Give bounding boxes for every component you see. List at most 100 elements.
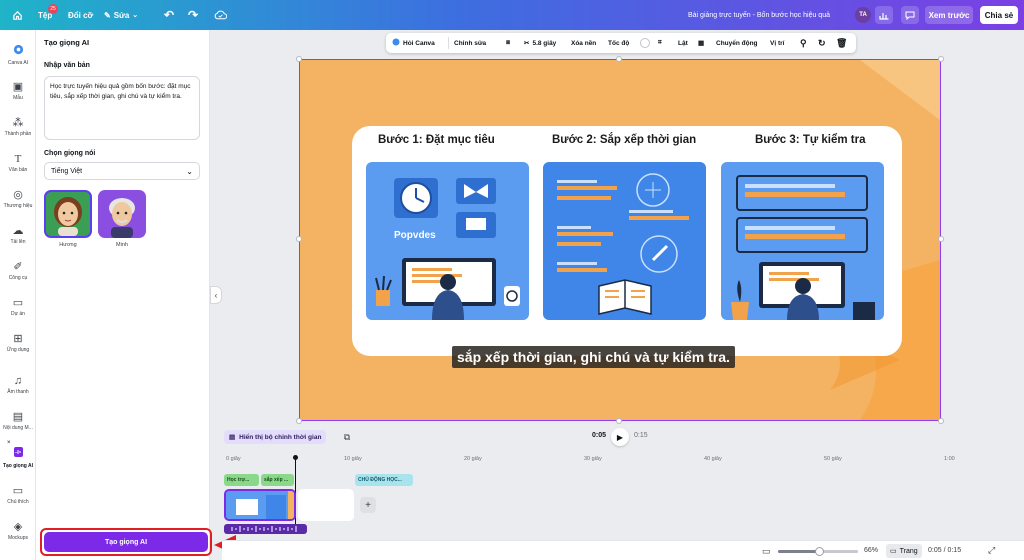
tick-label: 30 giây — [584, 456, 602, 462]
caption-settings-icon[interactable]: ⧉ — [340, 430, 354, 444]
edit-button[interactable]: Chỉnh sửa — [454, 33, 486, 53]
video-clip-selected[interactable] — [224, 489, 296, 521]
rail-item-apps[interactable]: ⊞ Ứng dụng — [0, 324, 36, 362]
resize-handle[interactable] — [938, 56, 944, 62]
rail-item-canva-ai[interactable]: Canva AI — [0, 36, 36, 74]
rail-item-tools[interactable]: ✐ Công cụ — [0, 252, 36, 290]
panel-title: Tạo giọng AI — [44, 38, 90, 47]
template-icon: ▣ — [12, 81, 24, 93]
animate-button[interactable]: Chuyển động — [716, 33, 758, 53]
play-icon: ▶ — [616, 432, 624, 442]
timeline-icon: ▤ — [229, 434, 236, 441]
pencil-icon: ✎ — [104, 10, 111, 20]
add-clip-button[interactable]: + — [360, 497, 376, 513]
rail-item-ai-voice[interactable]: × Tạo giọng AI — [0, 438, 36, 476]
context-toolbar: Hỏi Canva Chỉnh sửa ⧈ ✂ 5.8 giây Xóa nền… — [386, 33, 856, 53]
duration-button[interactable]: ✂ 5.8 giây — [524, 33, 556, 53]
bottom-bar: ▭ 66% ▭ Trang 0:05 / 0:15 ⤢ — [222, 540, 1024, 560]
notes-icon[interactable]: ▭ — [762, 546, 771, 557]
scissors-icon: ✂ — [524, 40, 530, 47]
resize-handle[interactable] — [616, 56, 622, 62]
ask-canva-button[interactable]: Hỏi Canva — [392, 33, 435, 53]
resize-handle[interactable] — [296, 56, 302, 62]
fullscreen-icon[interactable]: ⤢ — [988, 545, 995, 556]
cloud-save-icon[interactable] — [214, 0, 227, 30]
pages-button[interactable]: ▭ Trang — [886, 544, 922, 558]
resize-handle[interactable] — [296, 418, 302, 424]
redo-icon[interactable]: ↷ — [188, 0, 198, 30]
top-bar: Tệp 25 Đổi cỡ ✎ Sửa ⌄ ↶ ↷ Bài giảng trực… — [0, 0, 1024, 30]
caption-chip[interactable]: CHỦ ĐỘNG HỌC... — [355, 474, 413, 486]
resize-menu[interactable]: Đổi cỡ — [68, 0, 93, 30]
caption-chip[interactable]: sắp xếp ... — [261, 474, 294, 486]
transparency-icon[interactable]: ▦ — [698, 33, 704, 53]
waveform-icon — [231, 526, 297, 532]
canva-ai-icon — [392, 38, 400, 48]
color-swatch[interactable] — [640, 33, 650, 53]
comment-icon[interactable] — [901, 6, 919, 24]
tick-label: 50 giây — [824, 456, 842, 462]
resize-handle[interactable] — [616, 418, 622, 424]
resize-handle[interactable] — [938, 418, 944, 424]
rail-item-projects[interactable]: ▭ Dự án — [0, 288, 36, 326]
resize-handle[interactable] — [938, 236, 944, 242]
rail-item-text[interactable]: T Văn bản — [0, 144, 36, 182]
voice-option-minh[interactable] — [98, 190, 146, 238]
rail-item-media[interactable]: ▤ Nội dung M... — [0, 402, 36, 440]
play-button[interactable]: ▶ — [611, 428, 629, 446]
avatar[interactable]: TA — [855, 7, 871, 23]
file-badge: 25 — [48, 4, 58, 14]
collapse-panel-icon[interactable]: ‹ — [210, 286, 222, 304]
current-time: 0:05 — [592, 432, 607, 439]
tick-label: 1:00 — [944, 456, 955, 462]
voice-option-huong[interactable] — [44, 190, 92, 238]
rail-item-uploads[interactable]: ☁ Tải lên — [0, 216, 36, 254]
edit-menu[interactable]: ✎ Sửa ⌄ — [104, 0, 138, 30]
voice-name-huong: Hương — [59, 242, 77, 248]
split-icon[interactable]: ⧈ — [506, 33, 510, 53]
close-icon[interactable]: × — [7, 440, 11, 446]
audio-track[interactable] — [224, 524, 307, 534]
tools-icon: ✐ — [13, 261, 23, 273]
resize-handle[interactable] — [296, 236, 302, 242]
caption-chip[interactable]: Học trự... — [224, 474, 259, 486]
document-title[interactable]: Bài giảng trực tuyến - Bốn bước học hiệu… — [688, 0, 830, 30]
crop-icon[interactable]: ⌗ — [658, 33, 662, 53]
preview-button[interactable]: Xem trước — [925, 6, 973, 24]
rail-item-audio[interactable]: ♫ Âm thanh — [0, 366, 36, 404]
clip-thumbnail — [226, 491, 294, 519]
bg-remove-button[interactable]: Xóa nền — [571, 33, 596, 53]
script-textarea[interactable]: Học trực tuyến hiệu quả gồm bốn bước: đặ… — [44, 76, 200, 140]
zoom-level[interactable]: 66% — [864, 547, 878, 554]
rail-item-captions[interactable]: ▭ Chú thích — [0, 476, 36, 514]
caption-icon: ▭ — [12, 485, 24, 497]
rail-item-elements[interactable]: ⁂ Thành phần — [0, 108, 36, 146]
empty-clip-slot[interactable] — [298, 489, 354, 521]
apps-icon: ⊞ — [13, 333, 23, 345]
timeline-controls: ▤ Hiển thị bộ chỉnh thời gian ⧉ 0:05 ▶ 0… — [222, 428, 1024, 450]
rail-item-templates[interactable]: ▣ Mẫu — [0, 72, 36, 110]
analytics-icon[interactable] — [875, 6, 893, 24]
speed-button[interactable]: Tốc độ — [608, 33, 629, 53]
mockup-icon: ◈ — [13, 521, 23, 533]
replace-icon[interactable]: ↻ — [818, 33, 826, 53]
pages-icon: ▭ — [890, 548, 897, 555]
paint-format-icon[interactable]: ⚲ — [800, 33, 807, 53]
undo-icon[interactable]: ↶ — [164, 0, 174, 30]
tick-label: 0 giây — [226, 456, 241, 462]
trash-icon[interactable]: 🗑 — [836, 33, 847, 53]
tick-label: 40 giây — [704, 456, 722, 462]
chevron-down-icon: ⌄ — [186, 166, 193, 176]
language-select[interactable]: Tiếng Việt ⌄ — [44, 162, 200, 180]
rail-item-mockups[interactable]: ◈ Mockups — [0, 512, 36, 550]
rail-item-brand[interactable]: ◎ Thương hiệu — [0, 180, 36, 218]
time-ruler[interactable]: 0 giây 10 giây 20 giây 30 giây 40 giây 5… — [222, 456, 1024, 468]
show-timeline-button[interactable]: ▤ Hiển thị bộ chỉnh thời gian — [224, 430, 327, 444]
elements-icon: ⁂ — [12, 117, 24, 129]
position-button[interactable]: Vị trí — [770, 33, 784, 53]
share-button[interactable]: Chia sẻ — [980, 6, 1018, 24]
home-icon[interactable] — [12, 0, 23, 30]
flip-button[interactable]: Lật — [678, 33, 688, 53]
voice-label: Chọn giọng nói — [44, 150, 96, 157]
zoom-slider-thumb[interactable] — [815, 547, 824, 556]
